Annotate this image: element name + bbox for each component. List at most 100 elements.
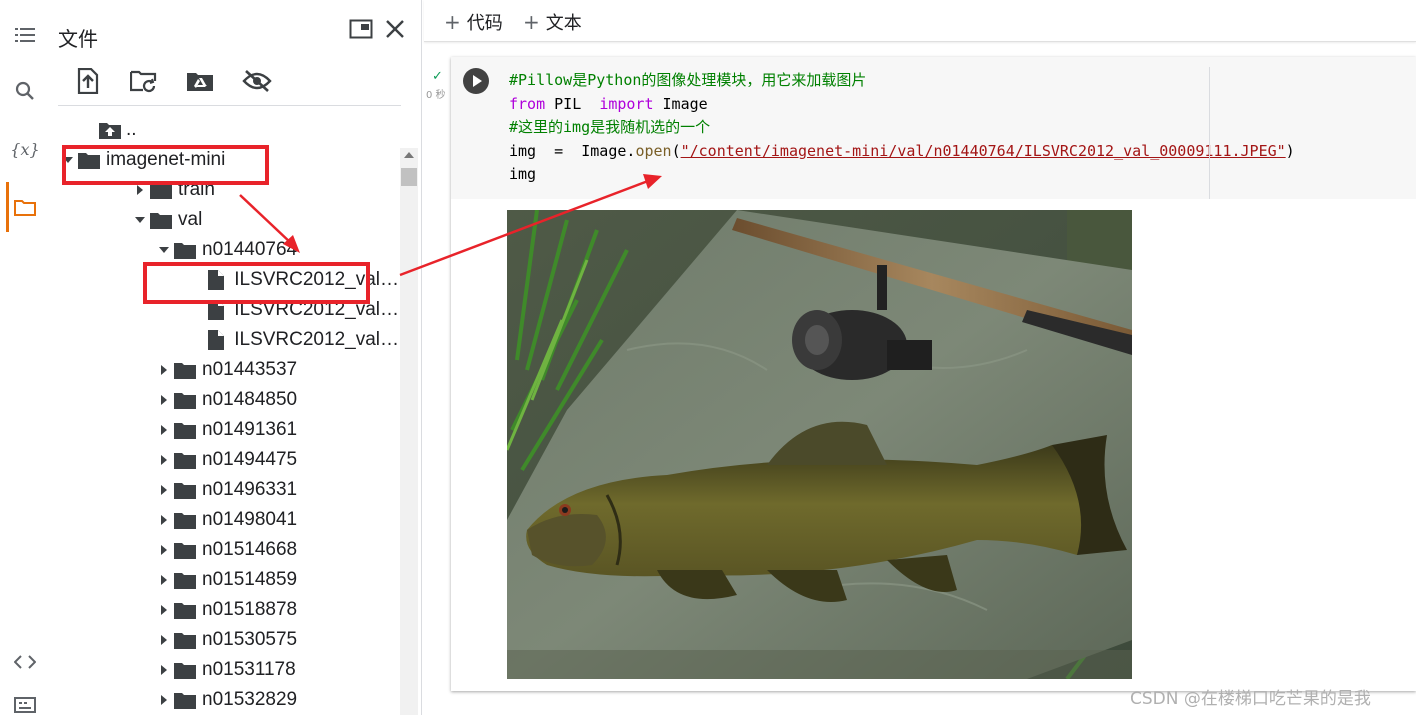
add-text-button[interactable]: + 文本 bbox=[523, 9, 582, 35]
plus-icon: + bbox=[523, 10, 540, 34]
tree-item-folder[interactable]: n01532829 bbox=[154, 685, 297, 715]
tree-label: n01496331 bbox=[202, 479, 298, 500]
chevron-right-icon[interactable] bbox=[154, 415, 174, 445]
cell-divider bbox=[1209, 67, 1210, 199]
chevron-right-icon[interactable] bbox=[154, 385, 174, 415]
chevron-down-icon[interactable] bbox=[130, 205, 150, 235]
folder-icon bbox=[174, 475, 198, 505]
folder-icon bbox=[174, 685, 198, 715]
chevron-down-icon[interactable] bbox=[154, 235, 174, 265]
panel-title: 文件 bbox=[58, 27, 98, 51]
tree-item-parent[interactable]: .. bbox=[78, 115, 137, 145]
tree-item-folder[interactable]: n01518878 bbox=[154, 595, 297, 625]
upload-icon[interactable] bbox=[71, 64, 105, 98]
run-button[interactable] bbox=[463, 68, 489, 94]
code-token: img = Image. bbox=[509, 141, 636, 160]
search-icon[interactable] bbox=[8, 74, 42, 108]
tree-label: n01498041 bbox=[202, 509, 298, 530]
tree-label: n01532829 bbox=[202, 689, 298, 710]
code-token: ) bbox=[1285, 141, 1295, 160]
menu-icon[interactable] bbox=[8, 18, 42, 52]
folder-icon bbox=[174, 625, 198, 655]
tree-label: n01514859 bbox=[202, 569, 298, 590]
folder-icon bbox=[174, 535, 198, 565]
code-function: open bbox=[635, 141, 672, 160]
tree-item-folder[interactable]: n01498041 bbox=[154, 505, 297, 535]
tree-item-n01440764[interactable]: n01440764 bbox=[154, 235, 297, 265]
tree-item-file[interactable]: ILSVRC2012_val_000... bbox=[190, 325, 400, 355]
code-token: PIL bbox=[545, 94, 591, 113]
hide-icon[interactable] bbox=[240, 64, 274, 98]
terminal-icon[interactable] bbox=[8, 688, 42, 715]
tree-item-folder[interactable]: n01496331 bbox=[154, 475, 297, 505]
tree-label: n01484850 bbox=[202, 389, 298, 410]
add-code-button[interactable]: + 代码 bbox=[444, 9, 503, 35]
folder-icon bbox=[174, 235, 198, 265]
folder-icon bbox=[174, 355, 198, 385]
check-icon: ✓ bbox=[432, 68, 443, 83]
tree-label: n01530575 bbox=[202, 629, 298, 650]
folder-up-icon bbox=[98, 115, 122, 145]
drive-icon[interactable] bbox=[183, 64, 217, 98]
new-window-icon[interactable] bbox=[346, 14, 376, 44]
folder-icon bbox=[174, 595, 198, 625]
tree-scrollbar[interactable] bbox=[400, 148, 418, 715]
scroll-thumb[interactable] bbox=[401, 168, 417, 186]
tree-item-folder[interactable]: n01494475 bbox=[154, 445, 297, 475]
chevron-right-icon[interactable] bbox=[154, 475, 174, 505]
chevron-right-icon[interactable] bbox=[154, 655, 174, 685]
file-icon bbox=[208, 325, 225, 355]
code-keyword: from bbox=[509, 94, 546, 113]
refresh-folder-icon[interactable] bbox=[127, 64, 161, 98]
tree-item-folder[interactable]: n01484850 bbox=[154, 385, 297, 415]
code-string: "/content/imagenet-mini/val/n01440764/IL… bbox=[680, 141, 1286, 160]
chevron-right-icon[interactable] bbox=[154, 685, 174, 715]
watermark: CSDN @在楼梯口吃芒果的是我 bbox=[1130, 689, 1371, 709]
exec-time: 0 秒 bbox=[426, 90, 446, 101]
tree-label: ILSVRC2012_val_000... bbox=[234, 329, 400, 350]
folder-icon[interactable] bbox=[8, 190, 42, 224]
tree-item-folder[interactable]: n01514668 bbox=[154, 535, 297, 565]
folder-icon bbox=[150, 205, 174, 235]
tree-label: n01440764 bbox=[202, 239, 298, 260]
chevron-right-icon[interactable] bbox=[154, 505, 174, 535]
output-image bbox=[507, 210, 1132, 679]
chevron-right-icon[interactable] bbox=[154, 625, 174, 655]
highlight-file bbox=[143, 262, 370, 304]
folder-icon bbox=[174, 445, 198, 475]
tree-label: n01443537 bbox=[202, 359, 298, 380]
tree-item-folder[interactable]: n01531178 bbox=[154, 655, 296, 685]
folder-icon bbox=[174, 655, 198, 685]
code-token: Image bbox=[653, 94, 708, 113]
chevron-right-icon[interactable] bbox=[154, 355, 174, 385]
chevron-right-icon[interactable] bbox=[154, 595, 174, 625]
highlight-imagenet-mini bbox=[62, 145, 269, 185]
code-comment: #这里的img是我随机选的一个 bbox=[509, 118, 711, 137]
tree-item-folder[interactable]: n01443537 bbox=[154, 355, 297, 385]
tree-item-folder[interactable]: n01530575 bbox=[154, 625, 297, 655]
code-text[interactable]: #Pillow是Python的图像处理模块，用它来加载图片 from PIL i… bbox=[509, 69, 1295, 187]
variables-icon[interactable]: {x} bbox=[8, 132, 42, 166]
chevron-right-icon[interactable] bbox=[154, 445, 174, 475]
tree-item-val[interactable]: val bbox=[130, 205, 202, 235]
tree-item-folder[interactable]: n01491361 bbox=[154, 415, 297, 445]
left-rail: {x} bbox=[0, 0, 50, 715]
folder-icon bbox=[174, 565, 198, 595]
tree-label: .. bbox=[126, 119, 137, 140]
tree-item-folder[interactable]: n01514859 bbox=[154, 565, 297, 595]
code-comment: #Pillow是Python的图像处理模块，用它来加载图片 bbox=[509, 71, 867, 89]
scroll-up-icon[interactable] bbox=[404, 152, 414, 158]
close-icon[interactable] bbox=[380, 14, 410, 44]
folder-icon bbox=[174, 415, 198, 445]
tree-label: n01491361 bbox=[202, 419, 298, 440]
toolbar-divider bbox=[58, 105, 401, 106]
tree-label: n01518878 bbox=[202, 599, 298, 620]
plus-icon: + bbox=[444, 10, 461, 34]
notebook-toolbar: + 代码 + 文本 bbox=[424, 0, 1416, 42]
chevron-right-icon[interactable] bbox=[154, 565, 174, 595]
files-panel: 文件 .. imagenet-mini train val n01440764 … bbox=[50, 0, 422, 715]
code-editor[interactable]: #Pillow是Python的图像处理模块，用它来加载图片 from PIL i… bbox=[451, 57, 1416, 199]
play-icon bbox=[472, 75, 482, 87]
chevron-right-icon[interactable] bbox=[154, 535, 174, 565]
code-snippets-icon[interactable] bbox=[8, 645, 42, 679]
